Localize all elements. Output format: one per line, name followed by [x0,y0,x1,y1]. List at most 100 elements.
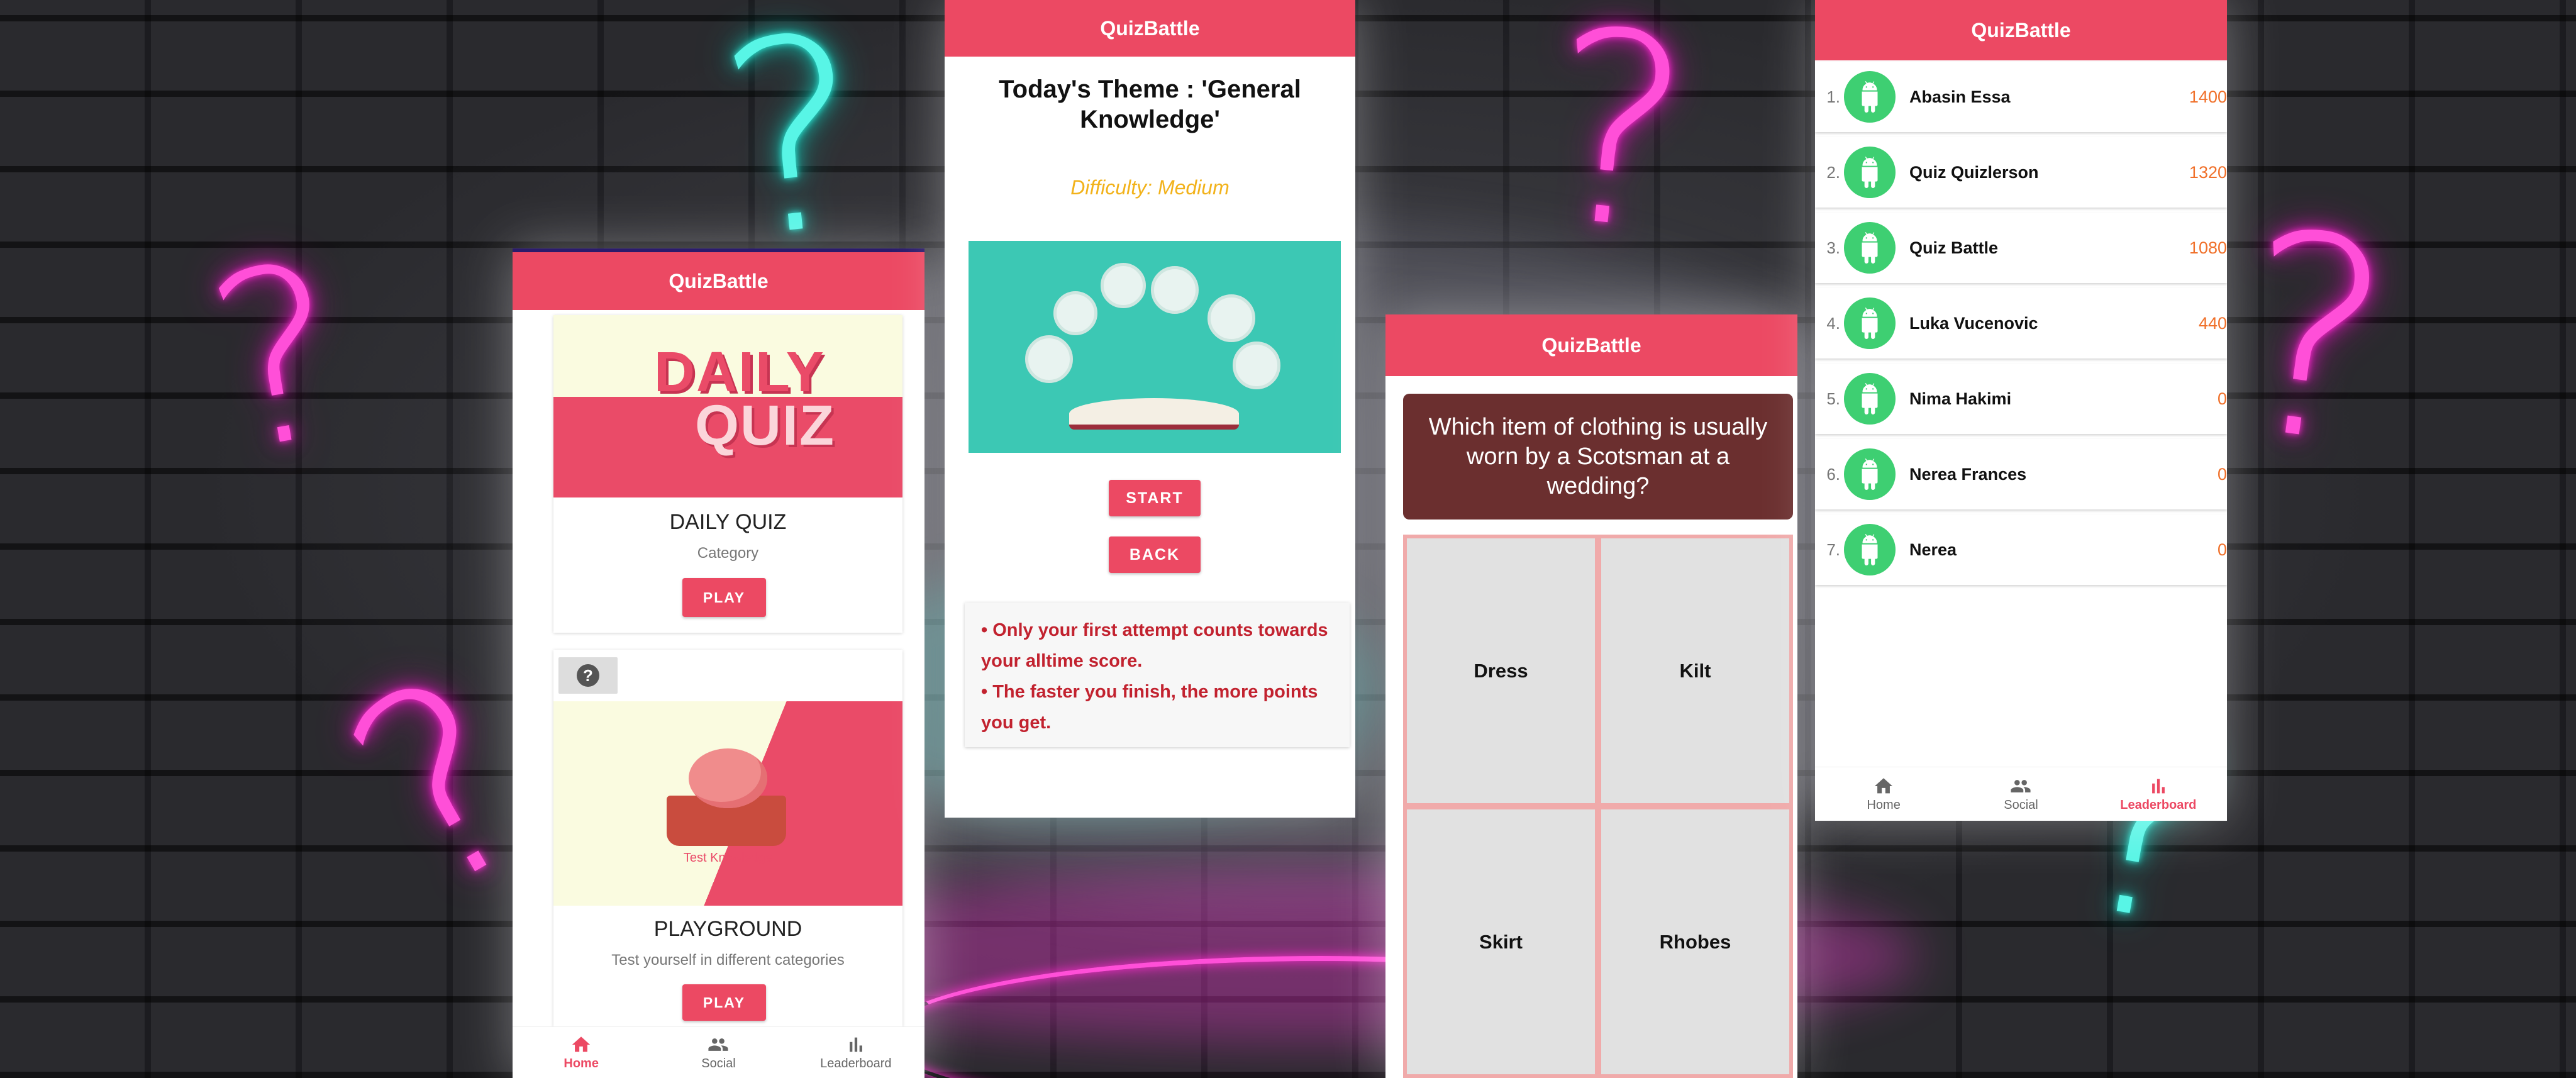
app-bar: QuizBattle [1815,0,2227,60]
leaderboard-row[interactable]: 4. Luka Vucenovic 440 [1815,288,2227,358]
leaderboard-row[interactable]: 7. Nerea 0 [1815,514,2227,585]
player-name: Quiz Quizlerson [1909,162,2039,182]
brain-icon [689,748,767,808]
leaderboard-row[interactable]: 1. Abasin Essa 1400 [1815,62,2227,132]
bottom-navigation: Home Social Leaderboard [513,1026,924,1078]
answer-option[interactable]: Skirt [1407,809,1595,1074]
start-button-label: START [1126,489,1184,507]
app-title: QuizBattle [1541,333,1641,357]
nav-home[interactable]: Home [1815,767,1952,821]
card-subtitle: Test yourself in different categories [611,952,845,969]
notebook-icon [1233,342,1280,389]
leaderboard-row[interactable]: 2. Quiz Quizlerson 1320 [1815,137,2227,208]
bottom-navigation: Home Social Leaderboard [1815,767,2227,821]
app-bar: QuizBattle [945,0,1355,57]
open-book-icon [1069,398,1239,430]
player-name: Luka Vucenovic [1909,313,2038,333]
help-icon-glyph: ? [577,664,599,687]
question-text: Which item of clothing is usually worn b… [1403,394,1793,520]
play-button-label: PLAY [702,994,746,1011]
player-score: 1400 [2189,87,2227,106]
leaderboard-row[interactable]: 3. Quiz Battle 1080 [1815,213,2227,283]
leaderboard-row[interactable]: 6. Nerea Frances 0 [1815,439,2227,509]
question-screen: QuizBattle Which item of clothing is usu… [1385,314,1797,1078]
nav-leaderboard[interactable]: Leaderboard [2090,767,2227,821]
play-button[interactable]: PLAY [682,578,766,617]
theme-heading: Today's Theme : 'General Knowledge' [999,75,1301,133]
people-icon [2011,780,2031,792]
playground-image: Test Knowledge [553,701,902,906]
people-icon [708,1038,729,1051]
nav-leaderboard-label: Leaderboard [2120,798,2197,812]
nav-leaderboard[interactable]: Leaderboard [787,1027,924,1078]
player-name: Nerea Frances [1909,464,2027,484]
theme-illustration [969,241,1341,453]
nav-leaderboard-label: Leaderboard [820,1057,892,1070]
rule-text: • The faster you finish, the more points… [981,682,1318,733]
home-screen: QuizBattle DAILY QUIZ DAILY QUIZ Categor… [513,248,924,1078]
neon-question-mark-icon: ? [1531,0,1703,292]
start-button[interactable]: START [1109,480,1201,516]
rank: 1. [1826,87,1840,106]
nav-social[interactable]: Social [1952,767,2089,821]
avatar-android-icon [1844,448,1896,500]
atom-icon [1101,263,1146,308]
answer-option[interactable]: Kilt [1601,538,1789,803]
nav-social[interactable]: Social [650,1027,787,1078]
bar-chart-icon [849,1037,862,1052]
back-button-label: BACK [1129,545,1180,564]
player-name: Nima Hakimi [1909,389,2012,408]
player-score: 1320 [2189,162,2227,182]
difficulty-label: Difficulty: Medium [1070,176,1230,199]
neon-question-mark-icon: ? [708,0,879,299]
avatar-android-icon [1844,297,1896,349]
bar-chart-icon [2151,779,2165,794]
home-icon [1874,778,1893,794]
player-score: 0 [2217,464,2227,484]
app-title: QuizBattle [1100,16,1200,40]
app-title: QuizBattle [669,269,769,292]
pen-icon [1053,291,1097,335]
avatar-android-icon [1844,71,1896,123]
nav-home-label: Home [564,1057,599,1070]
rank: 2. [1826,162,1840,182]
daily-banner-line2: QUIZ [695,394,835,457]
neon-question-mark-icon: ? [190,209,364,507]
avatar-android-icon [1844,373,1896,425]
player-name: Abasin Essa [1909,87,2011,106]
app-title: QuizBattle [1971,18,2071,42]
flask-icon [1025,335,1073,383]
play-button[interactable]: PLAY [682,984,766,1021]
card-title: PLAYGROUND [653,917,802,941]
card-title: DAILY QUIZ [669,510,787,534]
rank: 6. [1826,464,1840,484]
daily-quiz-banner: DAILY QUIZ [553,315,902,497]
answer-grid: Dress Kilt Skirt Rhobes [1403,535,1793,1078]
app-bar: QuizBattle [1385,314,1797,376]
player-score: 0 [2217,540,2227,559]
help-icon[interactable]: ? [558,657,618,694]
image-caption: Test Knowledge [683,851,773,865]
player-score: 440 [2198,313,2227,333]
player-name: Nerea [1909,540,1957,559]
rank: 3. [1826,238,1840,257]
nav-home[interactable]: Home [513,1027,650,1078]
daily-quiz-card[interactable]: DAILY QUIZ DAILY QUIZ Category PLAY [553,315,902,633]
player-score: 1080 [2189,238,2227,257]
back-button[interactable]: BACK [1109,536,1201,573]
playground-card[interactable]: ? Test Knowledge PLAYGROUND Test yoursel… [553,650,902,1027]
rule-text: • Only your first attempt counts towards… [981,620,1328,671]
rules-box: • Only your first attempt counts towards… [965,603,1350,747]
avatar-android-icon [1844,524,1896,575]
avatar-android-icon [1844,222,1896,274]
answer-option[interactable]: Rhobes [1601,809,1789,1074]
nav-social-label: Social [701,1057,736,1070]
leaderboard-row[interactable]: 5. Nima Hakimi 0 [1815,364,2227,434]
answer-option[interactable]: Dress [1407,538,1595,803]
theme-screen: QuizBattle Today's Theme : 'General Know… [945,0,1355,818]
nav-social-label: Social [2004,798,2038,812]
nav-home-label: Home [1867,798,1901,812]
rank: 5. [1826,389,1840,408]
neon-question-mark-icon: ? [2217,170,2408,509]
player-name: Quiz Battle [1909,238,1999,257]
